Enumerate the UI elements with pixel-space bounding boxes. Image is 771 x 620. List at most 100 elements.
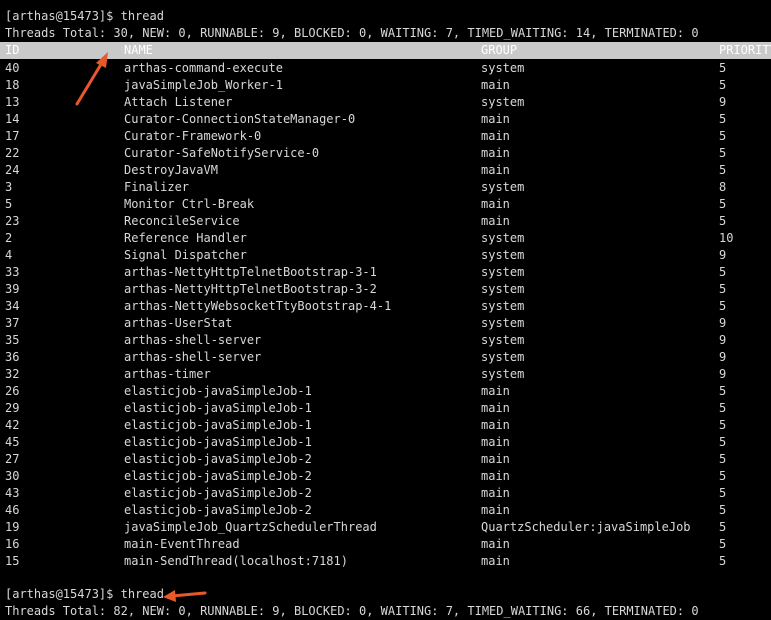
- cell-group: main: [481, 469, 510, 483]
- cell-group: main: [481, 503, 510, 517]
- cell-group: system: [481, 95, 525, 109]
- table-row: 15 main-SendThread(localhost:7181) main 5: [0, 553, 771, 570]
- table-row: 29 elasticjob-javaSimpleJob-1 main 5: [0, 400, 771, 417]
- thread-summary-2: Threads Total: 82, NEW: 0, RUNNABLE: 9, …: [5, 604, 699, 618]
- cell-name: Reference Handler: [124, 231, 247, 245]
- cell-priority: 5: [719, 112, 727, 126]
- cell-id: 23: [5, 214, 20, 228]
- cell-id: 15: [5, 554, 20, 568]
- command-prompt-1: [arthas@15473]$ thread: [5, 9, 164, 23]
- cell-id: 4: [5, 248, 13, 262]
- cell-id: 42: [5, 418, 20, 432]
- cell-priority: 5: [719, 61, 727, 75]
- cell-group: main: [481, 163, 510, 177]
- cell-priority: 9: [719, 95, 727, 109]
- cell-group: system: [481, 248, 525, 262]
- cell-group: main: [481, 554, 510, 568]
- cell-priority: 5: [719, 265, 727, 279]
- table-row: 46 elasticjob-javaSimpleJob-2 main 5: [0, 502, 771, 519]
- cell-name: elasticjob-javaSimpleJob-1: [124, 435, 312, 449]
- cell-name: arthas-UserStat: [124, 316, 233, 330]
- cell-priority: 9: [719, 248, 727, 262]
- table-row: 33 arthas-NettyHttpTelnetBootstrap-3-1 sys…: [0, 264, 771, 281]
- cell-priority: 9: [719, 316, 727, 330]
- cell-group: system: [481, 265, 525, 279]
- cell-priority: 5: [719, 520, 727, 534]
- thread-summary-1: Threads Total: 30, NEW: 0, RUNNABLE: 9, …: [5, 26, 699, 40]
- cell-group: main: [481, 384, 510, 398]
- cell-id: 36: [5, 350, 20, 364]
- cell-group: main: [481, 418, 510, 432]
- cell-id: 40: [5, 61, 20, 75]
- table-row: 43 elasticjob-javaSimpleJob-2 main 5: [0, 485, 771, 502]
- table-row: 40 arthas-command-execute system 5: [0, 60, 771, 77]
- cell-name: DestroyJavaVM: [124, 163, 218, 177]
- cell-priority: 5: [719, 78, 727, 92]
- cell-id: 29: [5, 401, 20, 415]
- table-row: 45 elasticjob-javaSimpleJob-1 main 5: [0, 434, 771, 451]
- cell-group: main: [481, 146, 510, 160]
- cell-group: system: [481, 367, 525, 381]
- cell-priority: 9: [719, 333, 727, 347]
- cell-group: QuartzScheduler:javaSimpleJob: [481, 520, 691, 534]
- cell-name: Signal Dispatcher: [124, 248, 247, 262]
- cell-id: 5: [5, 197, 13, 211]
- cell-group: system: [481, 61, 525, 75]
- cell-group: main: [481, 214, 510, 228]
- arrow-annotation-icon: [163, 590, 207, 602]
- cell-id: 3: [5, 180, 13, 194]
- cell-priority: 5: [719, 469, 727, 483]
- table-row: 14 Curator-ConnectionStateManager-0 main 5: [0, 111, 771, 128]
- cell-id: 26: [5, 384, 20, 398]
- cell-priority: 5: [719, 197, 727, 211]
- cell-group: main: [481, 537, 510, 551]
- table-row: 36 arthas-shell-server system 9: [0, 349, 771, 366]
- cell-priority: 5: [719, 554, 727, 568]
- cell-group: system: [481, 316, 525, 330]
- table-row: 34 arthas-NettyWebsocketTtyBootstrap-4-1 s…: [0, 298, 771, 315]
- cell-name: arthas-NettyWebsocketTtyBootstrap-4-1: [124, 299, 392, 313]
- cell-priority: 9: [719, 367, 727, 381]
- cell-group: system: [481, 350, 525, 364]
- cell-id: 2: [5, 231, 13, 245]
- cell-group: main: [481, 435, 510, 449]
- cell-name: Attach Listener: [124, 95, 233, 109]
- cell-priority: 5: [719, 435, 727, 449]
- cell-name: elasticjob-javaSimpleJob-1: [124, 384, 312, 398]
- cell-priority: 8: [719, 180, 727, 194]
- cell-priority: 5: [719, 384, 727, 398]
- cell-priority: 5: [719, 146, 727, 160]
- cell-name: elasticjob-javaSimpleJob-2: [124, 486, 312, 500]
- cell-group: system: [481, 333, 525, 347]
- cell-id: 18: [5, 78, 20, 92]
- cell-name: Curator-SafeNotifyService-0: [124, 146, 320, 160]
- cell-id: 33: [5, 265, 20, 279]
- cell-name: javaSimpleJob_QuartzSchedulerThread: [124, 520, 377, 534]
- table-row: 26 elasticjob-javaSimpleJob-1 main 5: [0, 383, 771, 400]
- cell-name: Monitor Ctrl-Break: [124, 197, 255, 211]
- cell-name: elasticjob-javaSimpleJob-1: [124, 418, 312, 432]
- table-row: 16 main-EventThread main 5: [0, 536, 771, 553]
- cell-id: 22: [5, 146, 20, 160]
- table-row: 13 Attach Listener system 9: [0, 94, 771, 111]
- table-row: 30 elasticjob-javaSimpleJob-2 main 5: [0, 468, 771, 485]
- table-row: 19 javaSimpleJob_QuartzSchedulerThread Qua…: [0, 519, 771, 536]
- cell-name: javaSimpleJob_Worker-1: [124, 78, 283, 92]
- cell-name: arthas-shell-server: [124, 333, 262, 347]
- table-row: 42 elasticjob-javaSimpleJob-1 main 5: [0, 417, 771, 434]
- cell-group: system: [481, 180, 525, 194]
- cell-id: 14: [5, 112, 20, 126]
- cell-id: 13: [5, 95, 20, 109]
- table-header: ID NAME GROUP PRIORITY: [0, 42, 771, 59]
- table-row: 24 DestroyJavaVM main 5: [0, 162, 771, 179]
- cell-id: 32: [5, 367, 20, 381]
- cell-name: arthas-NettyHttpTelnetBootstrap-3-1: [124, 265, 377, 279]
- cell-priority: 9: [719, 350, 727, 364]
- cell-name: Curator-ConnectionStateManager-0: [124, 112, 356, 126]
- table-row: 23 ReconcileService main 5: [0, 213, 771, 230]
- cell-group: main: [481, 401, 510, 415]
- cell-name: arthas-NettyHttpTelnetBootstrap-3-2: [124, 282, 377, 296]
- cell-group: main: [481, 452, 510, 466]
- cell-name: elasticjob-javaSimpleJob-2: [124, 469, 312, 483]
- cell-name: arthas-timer: [124, 367, 211, 381]
